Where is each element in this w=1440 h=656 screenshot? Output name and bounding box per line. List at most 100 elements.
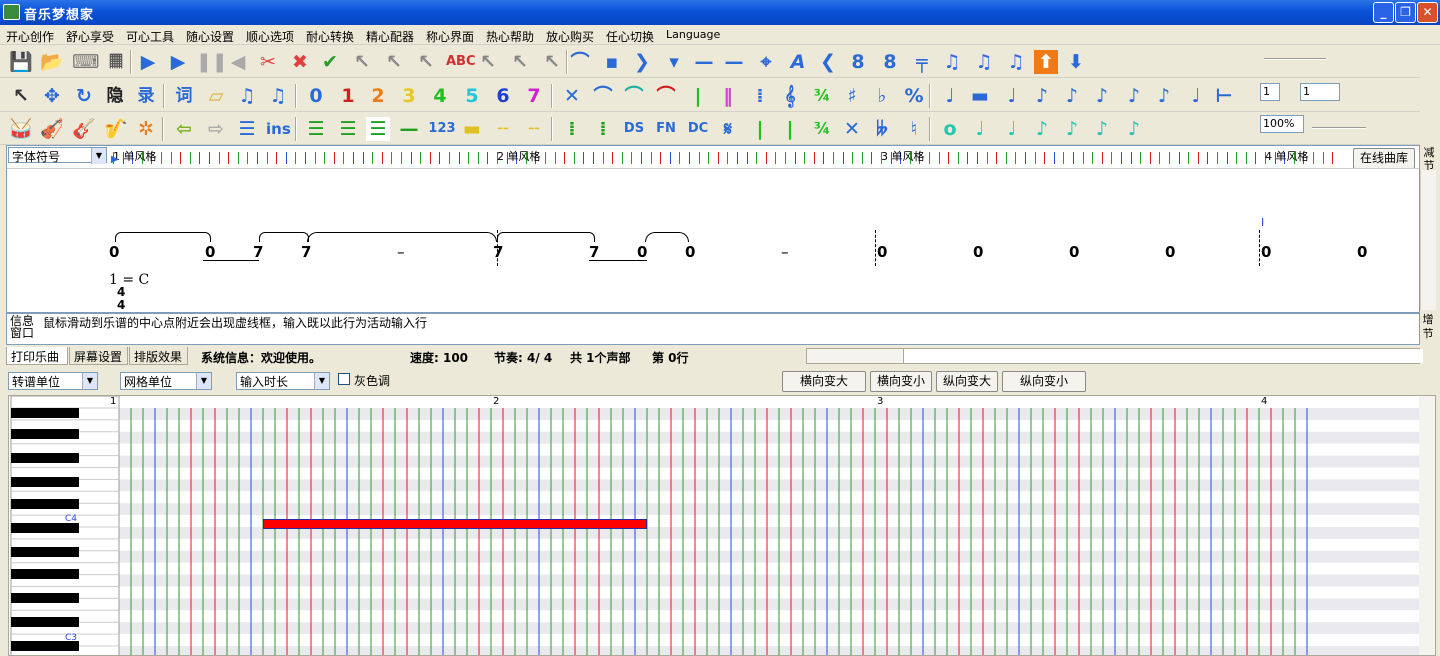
cyan-64th-icon[interactable]: ♪ (1122, 117, 1146, 141)
menu-enjoy[interactable]: 舒心享受 (66, 28, 114, 45)
align-4-icon[interactable]: — (397, 117, 421, 141)
move-icon[interactable]: ✥ (40, 84, 64, 108)
transpose-unit-select[interactable]: 转谱单位 ▼ (8, 372, 98, 390)
saxophone-icon[interactable]: 🎷 (104, 117, 128, 141)
menu-switch[interactable]: 任心切换 (606, 28, 654, 45)
loop-icon[interactable]: ⌒ (568, 50, 592, 74)
snowflake-icon[interactable]: ✲ (134, 117, 158, 141)
lyrics-icon[interactable]: 词 (172, 84, 196, 108)
score-note[interactable]: 0 (877, 243, 887, 261)
text-icon[interactable]: A (786, 50, 810, 74)
sharp-icon[interactable]: ♯ (840, 84, 864, 108)
play-from-icon[interactable]: ▶ (166, 50, 190, 74)
bar-yellow-2-icon[interactable]: ╌ (491, 117, 515, 141)
menu-instrument[interactable]: 精心配器 (366, 28, 414, 45)
percent-icon[interactable]: % (902, 84, 926, 108)
menu-buy[interactable]: 放心购买 (546, 28, 594, 45)
eighth-notes-icon[interactable]: ♫ (235, 84, 259, 108)
close-button[interactable]: ✕ (1417, 2, 1438, 23)
ds-button[interactable]: DS (622, 117, 646, 141)
remove-part-icon[interactable]: 8 (878, 50, 902, 74)
digit-3-button[interactable]: 3 (397, 84, 421, 108)
eighth-note-icon[interactable]: ♪ (1030, 84, 1054, 108)
double-flat-icon[interactable]: 𝄫 (870, 117, 894, 141)
row-input-1[interactable]: 1 (1260, 83, 1280, 101)
piano-icon[interactable]: 𝄜 (104, 50, 128, 74)
score-note[interactable]: 0 (1069, 243, 1079, 261)
score-note[interactable]: 0 (637, 243, 647, 261)
bar-yellow-3-icon[interactable]: ╌ (522, 117, 546, 141)
digit-0-button[interactable]: 0 (304, 84, 328, 108)
bar-double-icon[interactable]: ‖ (716, 84, 740, 108)
align-1-icon[interactable]: ☰ (304, 117, 328, 141)
menu-interface[interactable]: 称心界面 (426, 28, 474, 45)
piano-scrollbar[interactable] (1419, 396, 1435, 655)
fn-button[interactable]: FN (654, 117, 678, 141)
bar-green-1-icon[interactable]: | (748, 117, 772, 141)
scrollbar-thumb[interactable] (903, 349, 1423, 363)
spell-check-icon[interactable]: ABC (446, 50, 476, 74)
natural-icon[interactable]: ♮ (902, 117, 926, 141)
arc-icon[interactable]: ⌒ (654, 84, 678, 108)
zoom-slider[interactable] (1312, 127, 1366, 129)
repeat-icon[interactable]: ⁞ (748, 84, 772, 108)
horizontal-scrollbar[interactable] (806, 348, 1423, 364)
cyan-eighth-icon[interactable]: ♪ (1030, 117, 1054, 141)
digit-2-button[interactable]: 2 (366, 84, 390, 108)
menu-language[interactable]: Language (666, 28, 720, 41)
font-select[interactable]: 字体符号 ▼ (8, 147, 107, 164)
playhead-icon[interactable]: ▶ (111, 154, 119, 165)
score-note[interactable]: 0 (1165, 243, 1175, 261)
keyboard-icon[interactable]: ⌨ (72, 50, 99, 74)
beamed-notes-icon[interactable]: ♫ (266, 84, 290, 108)
pointer-icon[interactable]: ↖ (9, 84, 33, 108)
zoom-select[interactable]: 100% (1260, 115, 1304, 133)
score-note[interactable]: 7 (253, 243, 263, 261)
digit-4-button[interactable]: 4 (428, 84, 452, 108)
horizontal-zoom-in-button[interactable]: 横向变大 (782, 371, 866, 392)
digit-6-button[interactable]: 6 (491, 84, 515, 108)
fraction-button[interactable]: ¾ (810, 117, 834, 141)
add-part-icon[interactable]: 8 (846, 50, 870, 74)
bar-green-2-icon[interactable]: | (778, 117, 802, 141)
row-input-2[interactable]: 1 (1300, 83, 1340, 101)
insert-button[interactable]: ins (266, 117, 291, 141)
menu-settings[interactable]: 随心设置 (186, 28, 234, 45)
mark-4-icon[interactable]: ↖ (476, 50, 500, 74)
select-mark-icon[interactable]: ↖ (350, 50, 374, 74)
note-group-2-icon[interactable]: ♫ (972, 50, 996, 74)
tie-arc-icon[interactable]: ⌒ (622, 84, 646, 108)
dotted-note-icon[interactable]: ♪ (1152, 84, 1176, 108)
minimize-button[interactable]: _ (1373, 2, 1394, 23)
score-note[interactable]: 0 (1357, 243, 1367, 261)
align-2-icon[interactable]: ☰ (336, 117, 360, 141)
repeat-end-icon[interactable]: ⁞ (591, 117, 615, 141)
score-note[interactable]: 0 (1261, 243, 1271, 261)
score-note[interactable]: 0 (205, 243, 215, 261)
score-editor[interactable]: 字体符号 ▼ 1 单风格 2 单风格 3 单风格 4 单风格 ▶ 在线曲库 0 … (6, 145, 1437, 313)
score-note[interactable]: 0 (685, 243, 695, 261)
tab-print[interactable]: 打印乐曲 (6, 347, 68, 365)
piano-roll-canvas[interactable] (9, 396, 1436, 656)
open-folder-icon[interactable]: 📂 (40, 50, 64, 74)
pause-icon[interactable]: ❚❚ (196, 50, 228, 74)
insert-lines-icon[interactable]: ☰ (235, 117, 259, 141)
score-note[interactable]: 0 (973, 243, 983, 261)
stop-icon[interactable]: ▪ (600, 50, 624, 74)
quarter-note-icon[interactable]: ♩ (938, 84, 962, 108)
menu-convert[interactable]: 耐心转换 (306, 28, 354, 45)
forward-icon[interactable]: ❯ (630, 50, 654, 74)
rewind-icon[interactable]: ◀ (226, 50, 250, 74)
half-note-icon[interactable]: ♩ (1000, 84, 1024, 108)
menu-create[interactable]: 开心创作 (6, 28, 54, 45)
hide-icon[interactable]: 隐 (103, 84, 127, 108)
volume-slider[interactable] (1264, 58, 1326, 60)
align-3-icon[interactable]: ☰ (366, 117, 390, 141)
dash-icon[interactable]: — (692, 50, 716, 74)
score-note[interactable]: – (781, 243, 789, 261)
line-icon[interactable]: — (722, 50, 746, 74)
target-icon[interactable]: ⌖ (754, 50, 778, 74)
crossed-note-icon[interactable]: ♪ (1122, 84, 1146, 108)
segno-icon[interactable]: 𝄋 (716, 117, 740, 141)
digit-1-button[interactable]: 1 (336, 84, 360, 108)
